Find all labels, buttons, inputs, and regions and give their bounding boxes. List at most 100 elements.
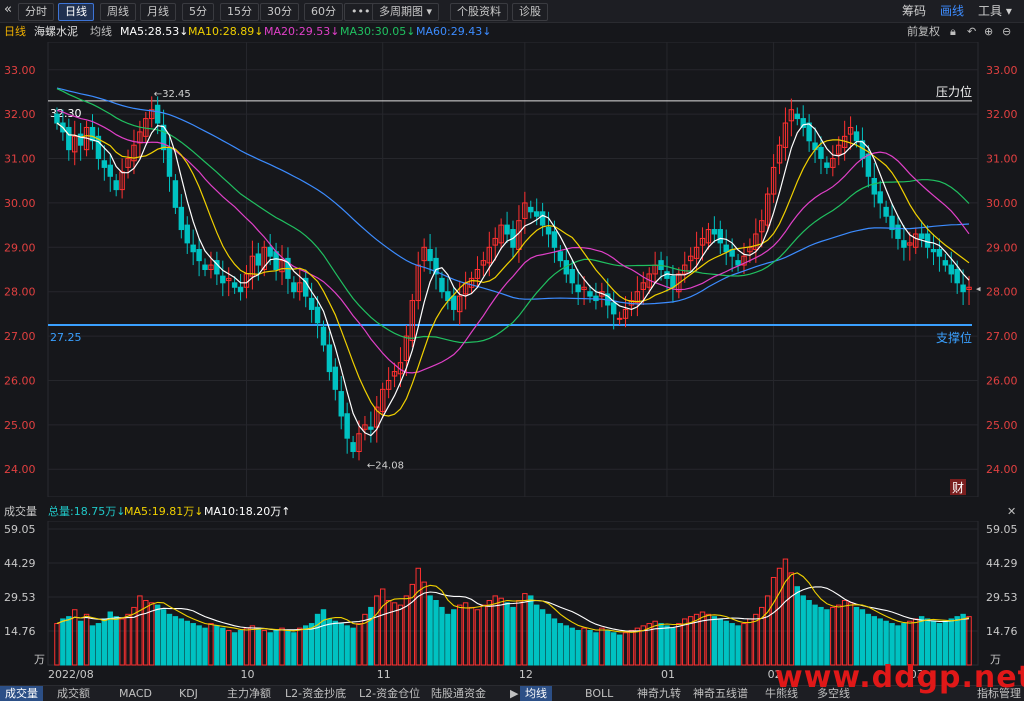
volume-bar-4 <box>77 620 84 666</box>
volume-bar-65 <box>439 606 445 666</box>
candle-body-37 <box>273 251 279 271</box>
candle-body-34 <box>255 253 262 266</box>
volume-bar-17 <box>154 604 161 666</box>
vol-tick-right-2: 29.53 <box>986 591 1018 604</box>
candle-body-115 <box>735 260 741 266</box>
bottom-tab-left-6[interactable]: L2-资金仓位 <box>354 686 425 701</box>
candle-body-139 <box>877 191 883 204</box>
volume-bar-104 <box>670 627 676 666</box>
minus-icon[interactable]: ⊖ <box>1002 23 1011 41</box>
candle-body-19 <box>166 146 173 177</box>
tab-10[interactable]: 个股资料 <box>450 3 508 21</box>
tab-7[interactable]: 60分 <box>304 3 343 21</box>
candle-body-43 <box>308 297 315 310</box>
candle-body-67 <box>451 295 457 310</box>
bottom-tab-left-0[interactable]: 成交量 <box>0 686 43 701</box>
tab-9[interactable]: 多周期图 ▾ <box>372 3 440 21</box>
y-tick-left-4: 29.00 <box>4 241 36 254</box>
bottom-tab-right-0[interactable]: 均线 <box>520 686 552 701</box>
y-tick-left-8: 25.00 <box>4 419 36 432</box>
volume-bar-141 <box>889 623 895 666</box>
candle-body-6 <box>89 126 96 142</box>
price-chart[interactable]: 33.00 33.00 32.00 32.00 31.00 31.00 30.00 30.00… <box>0 42 1024 497</box>
candle-body-87 <box>569 269 575 284</box>
tab-3[interactable]: 月线 <box>140 3 176 21</box>
support-price: 27.25 <box>50 331 82 344</box>
candle-body-23 <box>190 244 196 253</box>
tab-1[interactable]: 日线 <box>58 3 94 21</box>
tab-11[interactable]: 诊股 <box>512 3 548 21</box>
volume-bar-129 <box>818 606 824 666</box>
bottom-tab-right-1[interactable]: BOLL <box>580 686 618 701</box>
candle-body-65 <box>439 277 445 293</box>
candle-body-140 <box>883 206 889 217</box>
volume-bar-6 <box>89 625 96 666</box>
back-icon[interactable]: « <box>4 2 12 18</box>
tab-2[interactable]: 周线 <box>100 3 136 21</box>
add-icon[interactable]: ⊕ <box>984 23 993 41</box>
bottom-tab-left-3[interactable]: KDJ <box>174 686 203 701</box>
tab-5[interactable]: 15分 <box>220 3 259 21</box>
bottom-tab-left-4[interactable]: 主力净额 <box>222 686 276 701</box>
volume-bar-42 <box>302 625 309 666</box>
candle-body-153 <box>960 284 966 293</box>
lock-icon[interactable]: 🔒︎ <box>950 23 956 41</box>
candle-body-8 <box>101 160 108 168</box>
volume-bar-95 <box>616 634 623 666</box>
candle-body-146 <box>918 233 925 239</box>
bottom-tab-right-2[interactable]: 神奇九转 <box>632 686 686 701</box>
volume-title: 成交量 <box>4 505 37 518</box>
tools-button[interactable]: 工具 ▾ <box>978 3 1012 19</box>
bottom-tab-left-1[interactable]: 成交额 <box>52 686 95 701</box>
stock-name: 海螺水泥 <box>34 25 78 38</box>
y-tick-right-9: 24.00 <box>986 463 1018 476</box>
volume-bar-143 <box>901 623 907 666</box>
volume-bar-21 <box>178 618 185 666</box>
vol-tick-right-3: 14.76 <box>986 625 1018 638</box>
candle-body-53 <box>368 426 374 430</box>
top-toolbar: « 分时 日线 周线 月线 5分 15分 30分 60分 ••• 多周期图 ▾ 个股资料 诊股 筹码 … <box>0 0 1024 23</box>
tab-6[interactable]: 30分 <box>260 3 299 21</box>
candle-body-10 <box>113 180 119 191</box>
candle-body-17 <box>154 104 161 124</box>
volume-bar-135 <box>853 606 860 666</box>
candle-body-94 <box>610 302 617 315</box>
volume-bar-53 <box>368 606 374 666</box>
bottom-tab-left-2[interactable]: MACD <box>114 686 157 701</box>
y-tick-left-6: 27.00 <box>4 330 36 343</box>
volume-bar-1 <box>60 618 66 666</box>
candle-body-104 <box>670 275 676 288</box>
support-label: 支撑位 <box>936 330 972 345</box>
chip-button[interactable]: 筹码 <box>902 3 926 19</box>
close-volume-icon[interactable]: ✕ <box>1007 504 1016 520</box>
bottom-tab-left-7[interactable]: 陆股通资金 <box>426 686 491 701</box>
volume-bar-80 <box>528 595 534 666</box>
vol-unit-left: 万 <box>34 653 45 666</box>
bottom-tab-left-5[interactable]: L2-资金抄底 <box>280 686 351 701</box>
y-tick-right-0: 33.00 <box>986 64 1018 77</box>
volume-bar-137 <box>865 613 872 666</box>
tab-0[interactable]: 分时 <box>18 3 54 21</box>
volume-bar-66 <box>445 613 451 666</box>
vol-tick-right-0: 59.05 <box>986 523 1018 536</box>
candle-body-90 <box>587 291 593 297</box>
y-tick-left-7: 26.00 <box>4 374 36 387</box>
volume-bar-47 <box>332 620 339 666</box>
volume-bar-2 <box>66 616 72 666</box>
draw-line-button[interactable]: 画线 <box>940 3 964 19</box>
candle-body-49 <box>344 413 350 439</box>
candle-body-88 <box>575 284 581 293</box>
bottom-tab-right-3[interactable]: 神奇五线谱 <box>688 686 753 701</box>
volume-bar-67 <box>451 609 457 666</box>
volume-bar-84 <box>551 618 558 666</box>
volume-info-bar: 成交量 总量:18.75万↓ MA5:19.81万↓ MA10:18.20万↑ … <box>0 504 1024 520</box>
volume-bar-146 <box>918 616 925 666</box>
candle-body-129 <box>818 146 824 160</box>
volume-bar-90 <box>587 629 593 666</box>
y-tick-right-8: 25.00 <box>986 419 1018 432</box>
undo-icon[interactable]: ↶ <box>967 23 976 41</box>
candle-body-84 <box>551 231 558 248</box>
candle-body-63 <box>427 249 433 262</box>
adjust-dropdown[interactable]: 前复权 <box>907 23 940 41</box>
tab-4[interactable]: 5分 <box>182 3 214 21</box>
